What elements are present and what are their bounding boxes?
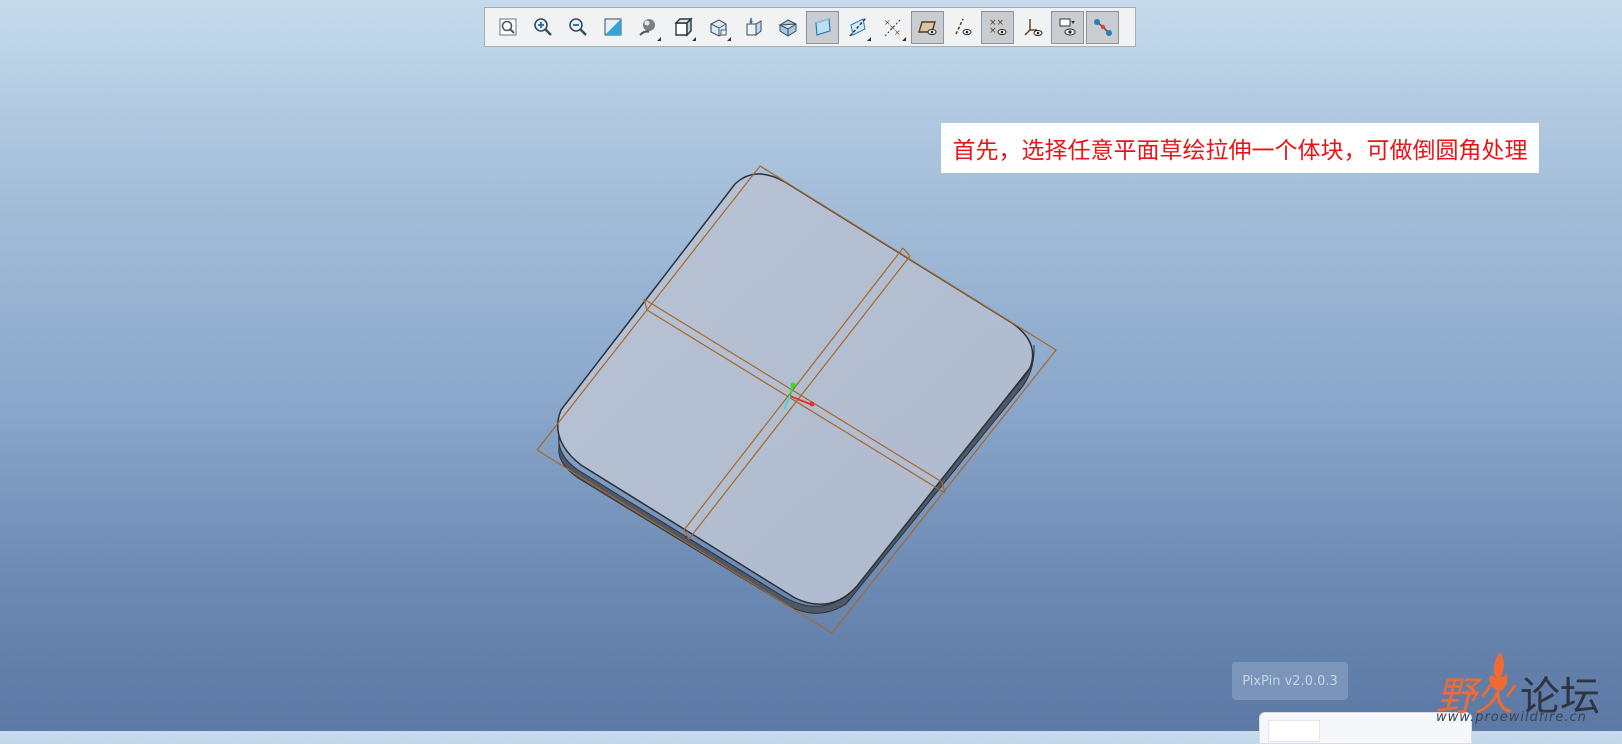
svg-text:×: × xyxy=(894,28,901,37)
forum-logo: 野火 论坛 www.proewildfire.cn xyxy=(1436,650,1616,726)
plane-tag-display-icon xyxy=(917,21,936,35)
csys-display-icon xyxy=(1024,19,1042,36)
csys-display-button[interactable] xyxy=(1016,11,1049,44)
plane-display-icon xyxy=(814,18,831,36)
logo-url: www.proewildfire.cn xyxy=(1436,710,1587,725)
plane-tag-display-button[interactable] xyxy=(911,10,944,44)
view-manager-button[interactable] xyxy=(701,11,734,44)
point-tag-display-icon: ××× xyxy=(989,18,1006,36)
display-style-icon xyxy=(638,19,655,36)
perspective-view-button[interactable] xyxy=(736,11,769,44)
axis-tag-display-icon xyxy=(954,18,971,35)
saved-orientations-icon xyxy=(673,17,693,37)
saved-orientations-button[interactable] xyxy=(666,11,699,44)
point-display-icon: ××× xyxy=(884,18,901,37)
svg-text:×: × xyxy=(989,26,997,36)
instruction-callout: 首先，选择任意平面草绘拉伸一个体块，可做倒圆角处理 xyxy=(941,123,1539,173)
axis-tag-display-button[interactable] xyxy=(946,11,979,44)
point-display-button[interactable]: × × × xyxy=(876,11,909,44)
zoom-out-button[interactable] xyxy=(561,11,594,44)
axis-display-icon xyxy=(848,17,867,37)
point-tag-display-button[interactable]: ×× × xyxy=(981,10,1014,44)
plane-display-button[interactable] xyxy=(806,10,839,44)
zoom-out-icon xyxy=(568,18,587,36)
perspective-view-icon xyxy=(746,18,761,37)
annotation-display-button[interactable] xyxy=(1086,10,1119,44)
annotation-display-icon xyxy=(1093,19,1112,36)
spin-center-icon xyxy=(1059,18,1075,36)
axis-display-button[interactable] xyxy=(841,11,874,44)
pixpin-badge: PixPin v2.0.0.3 xyxy=(1232,662,1348,700)
block-top-face[interactable] xyxy=(557,173,1034,605)
section-view-button[interactable] xyxy=(771,11,804,44)
section-view-icon xyxy=(777,19,796,37)
repaint-icon xyxy=(604,18,621,36)
model-viewport[interactable] xyxy=(0,0,1622,731)
zoom-in-icon xyxy=(533,18,552,36)
panel-field[interactable] xyxy=(1268,720,1320,742)
view-manager-icon xyxy=(709,19,727,37)
view-toolbar: × × × ×× × xyxy=(484,7,1136,47)
display-style-button[interactable] xyxy=(631,11,664,44)
refit-button[interactable] xyxy=(491,11,524,44)
repaint-button[interactable] xyxy=(596,11,629,44)
spin-center-button[interactable] xyxy=(1051,10,1084,44)
refit-icon xyxy=(499,18,516,36)
zoom-in-button[interactable] xyxy=(526,11,559,44)
